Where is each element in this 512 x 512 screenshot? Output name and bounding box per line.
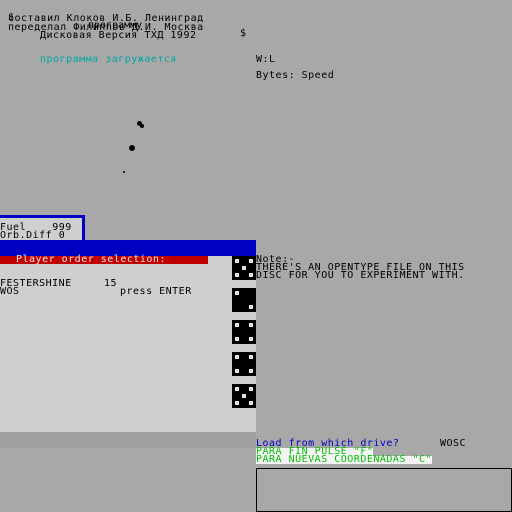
die-pip — [242, 266, 246, 270]
orb-diff-readout: Orb.Diff 0 — [0, 231, 65, 241]
input-box[interactable] — [256, 468, 512, 512]
die-pip — [249, 305, 253, 309]
die-pip — [249, 323, 253, 327]
credits-line-4: Дисковая Версия ТХД 1992 — [40, 30, 197, 41]
die-pip — [249, 401, 253, 405]
wl-indicator: W:L — [256, 54, 276, 65]
die-pip — [249, 259, 253, 263]
press-enter-hint: press ENTER — [120, 286, 192, 297]
die-pip — [242, 394, 246, 398]
die-5 — [232, 384, 256, 408]
order-title: Player order selection: — [16, 254, 166, 265]
die-pip — [235, 387, 239, 391]
die-3 — [232, 320, 256, 344]
star-dot — [140, 124, 144, 128]
die-pip — [235, 323, 239, 327]
planet-dot — [129, 145, 135, 151]
second-player-name[interactable]: WOS — [0, 287, 20, 297]
die-pip — [249, 387, 253, 391]
new-coords-instruction: PARA NUEVAS COORDENADAS "C" — [256, 454, 433, 465]
bytes-speed-label: Bytes: Speed — [256, 70, 335, 81]
note-line-2: DISC FOR YOU TO EXPERIMENT WITH. — [256, 270, 465, 281]
dollar-right: $ — [240, 28, 247, 39]
die-pip — [235, 273, 239, 277]
die-4 — [232, 352, 256, 376]
die-pip — [249, 369, 253, 373]
die-pip — [235, 259, 239, 263]
die-pip — [235, 401, 239, 405]
player-value: 15 — [104, 278, 118, 289]
die-pip — [235, 355, 239, 359]
die-1 — [232, 256, 256, 280]
die-pip — [235, 369, 239, 373]
die-pip — [235, 291, 239, 295]
die-pip — [249, 273, 253, 277]
loading-message: программа загружается — [40, 54, 177, 65]
die-pip — [249, 355, 253, 359]
die-pip — [249, 337, 253, 341]
panel-bottom-strip — [0, 432, 256, 448]
star-dot — [123, 171, 125, 173]
drive-input[interactable]: WOSC — [440, 439, 466, 449]
die-pip — [235, 337, 239, 341]
die-2 — [232, 288, 256, 312]
